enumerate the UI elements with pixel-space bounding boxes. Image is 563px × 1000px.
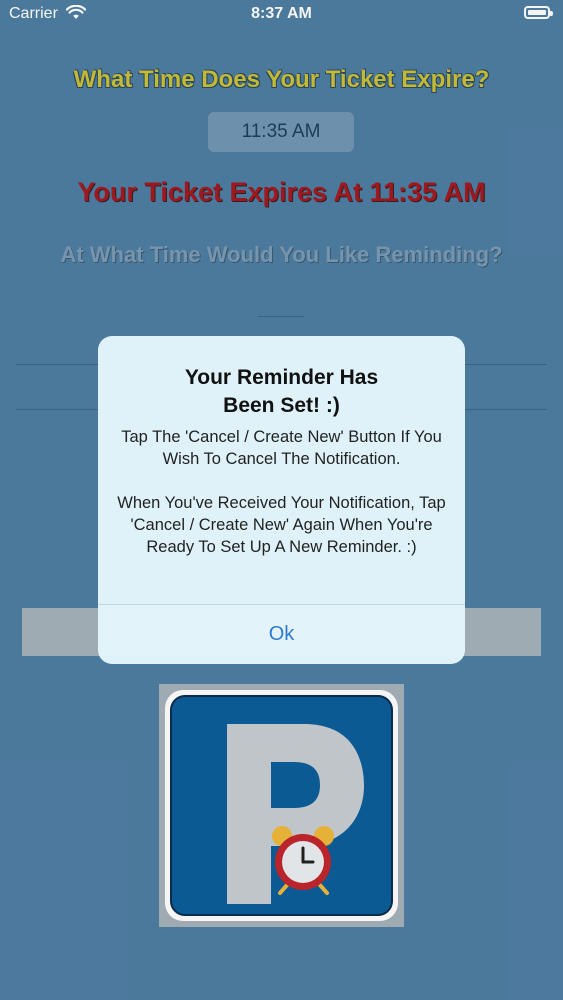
reminder-set-alert: Your Reminder Has Been Set! :) Tap The '… (98, 336, 465, 664)
alert-title: Your Reminder Has Been Set! :) (118, 364, 445, 420)
alert-title-line: Been Set! :) (223, 394, 340, 417)
alert-title-line: Your Reminder Has (184, 366, 379, 389)
ok-button[interactable]: Ok (98, 605, 465, 664)
alert-message: Tap The 'Cancel / Create New' Button If … (117, 428, 446, 556)
